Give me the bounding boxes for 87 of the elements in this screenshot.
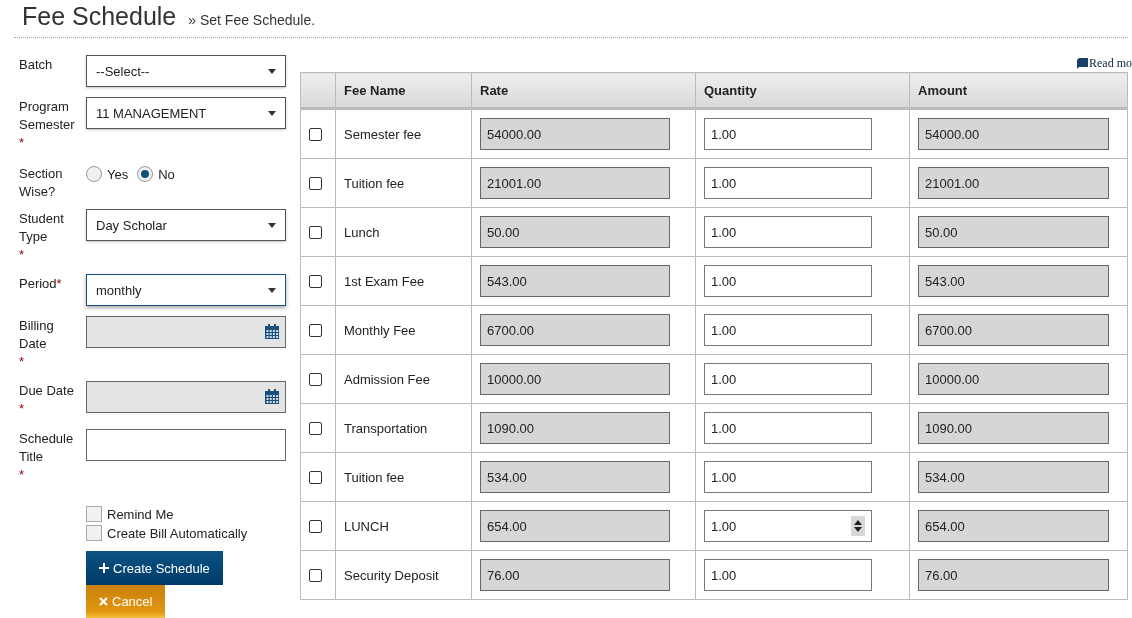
rate-field: 50.00 — [480, 216, 670, 248]
plus-icon — [99, 563, 109, 573]
radio-option[interactable]: No — [137, 166, 175, 182]
date-field[interactable] — [86, 316, 286, 348]
row-checkbox[interactable] — [309, 421, 322, 435]
rate-field: 6700.00 — [480, 314, 670, 346]
row-checkbox[interactable] — [309, 323, 322, 337]
table-cell: Monthly Fee — [335, 305, 472, 355]
row-checkbox[interactable] — [309, 470, 322, 484]
read-more-link[interactable]: Read mo — [1077, 55, 1132, 72]
calendar-icon — [264, 389, 280, 405]
row-checkbox[interactable] — [309, 274, 322, 288]
dropdown[interactable]: monthly — [86, 274, 286, 306]
rate-field: 1090.00 — [480, 412, 670, 444]
quantity-field[interactable]: 1.00 — [704, 559, 872, 591]
column-header: Amount — [909, 72, 1128, 109]
amount-field: 654.00 — [918, 510, 1109, 542]
row-checkbox[interactable] — [309, 519, 322, 533]
field-label: Schedule Title * — [19, 430, 75, 484]
checkbox-option[interactable]: Remind Me — [86, 506, 286, 522]
spinner-icon — [854, 519, 862, 533]
row-checkbox[interactable] — [309, 568, 322, 582]
column-header: Fee Name — [335, 72, 472, 109]
book-icon — [1077, 58, 1088, 69]
table-cell: 1st Exam Fee — [335, 256, 472, 306]
row-checkbox[interactable] — [309, 176, 322, 190]
caret-icon — [268, 110, 276, 116]
field-label: Due Date * — [19, 382, 75, 418]
amount-field: 6700.00 — [918, 314, 1109, 346]
table-cell: Tuition fee — [335, 452, 472, 502]
row-checkbox[interactable] — [309, 127, 322, 141]
table-cell: LUNCH — [335, 501, 472, 551]
table-cell: Semester fee — [335, 108, 472, 159]
field-label: Billing Date * — [19, 317, 55, 371]
quantity-field[interactable]: 1.00 — [704, 167, 872, 199]
amount-field: 1090.00 — [918, 412, 1109, 444]
field-label: Student Type * — [19, 210, 65, 264]
input-field[interactable] — [86, 429, 286, 461]
create-button[interactable]: Create Schedule — [86, 551, 223, 585]
table-cell: Admission Fee — [335, 354, 472, 404]
amount-field: 10000.00 — [918, 363, 1109, 395]
checkbox-option[interactable]: Create Bill Automatically — [86, 525, 286, 541]
field-label: Section Wise? — [19, 165, 64, 201]
field-label: Batch — [19, 56, 54, 74]
rate-field: 76.00 — [480, 559, 670, 591]
row-checkbox[interactable] — [309, 372, 322, 386]
close-icon — [99, 597, 108, 606]
rate-field: 654.00 — [480, 510, 670, 542]
column-header: Rate — [471, 72, 696, 109]
quantity-field[interactable]: 1.00 — [704, 363, 872, 395]
quantity-field[interactable]: 1.00 — [704, 412, 872, 444]
quantity-field[interactable]: 1.00 — [704, 510, 872, 542]
quantity-field[interactable]: 1.00 — [704, 216, 872, 248]
rate-field: 10000.00 — [480, 363, 670, 395]
dropdown[interactable]: Day Scholar — [86, 209, 286, 241]
row-checkbox[interactable] — [309, 225, 322, 239]
field-label: Program Semester * — [19, 98, 76, 152]
radio-option[interactable]: Yes — [86, 166, 129, 182]
calendar-icon — [264, 324, 280, 340]
caret-icon — [268, 222, 276, 228]
caret-icon — [268, 68, 276, 74]
field-label: Period* — [19, 275, 63, 293]
amount-field: 54000.00 — [918, 118, 1109, 150]
quantity-field[interactable]: 1.00 — [704, 461, 872, 493]
table-cell: Tuition fee — [335, 158, 472, 208]
quantity-field[interactable]: 1.00 — [704, 314, 872, 346]
amount-field: 534.00 — [918, 461, 1109, 493]
rate-field: 54000.00 — [480, 118, 670, 150]
page-title: Fee Schedule — [22, 2, 177, 31]
quantity-field[interactable]: 1.00 — [704, 265, 872, 297]
column-header: Quantity — [695, 72, 910, 109]
amount-field: 76.00 — [918, 559, 1109, 591]
date-field[interactable] — [86, 381, 286, 413]
dropdown[interactable]: --Select-- — [86, 55, 286, 87]
quantity-field[interactable]: 1.00 — [704, 118, 872, 150]
rate-field: 21001.00 — [480, 167, 670, 199]
caret-icon — [268, 287, 276, 293]
breadcrumb: » Set Fee Schedule. — [188, 12, 316, 28]
dropdown[interactable]: 11 MANAGEMENT — [86, 97, 286, 129]
amount-field: 543.00 — [918, 265, 1109, 297]
rate-field: 534.00 — [480, 461, 670, 493]
table-cell: Lunch — [335, 207, 472, 257]
table-cell: Transportation — [335, 403, 472, 453]
table-cell: Security Deposit — [335, 550, 472, 600]
amount-field: 50.00 — [918, 216, 1109, 248]
amount-field: 21001.00 — [918, 167, 1109, 199]
rate-field: 543.00 — [480, 265, 670, 297]
